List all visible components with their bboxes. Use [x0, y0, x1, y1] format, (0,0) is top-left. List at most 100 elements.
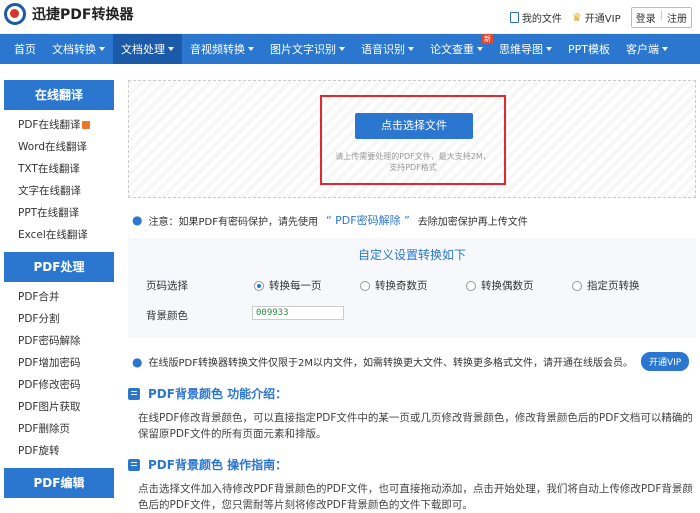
- nav-item-0[interactable]: 首页: [6, 34, 44, 64]
- guide-title-text: PDF背景颜色 操作指南：: [148, 458, 288, 472]
- sidebar-item[interactable]: TXT在线翻译: [4, 158, 114, 180]
- intro-title: PDF背景颜色 功能介绍：: [128, 385, 696, 402]
- bg-color-input[interactable]: 009933: [252, 306, 344, 320]
- nav-item-7[interactable]: 思维导图: [491, 34, 560, 64]
- nav-item-label: 首页: [14, 43, 36, 56]
- sidebar-item[interactable]: PDF删除页: [4, 418, 114, 440]
- sidebar-item[interactable]: PDF分割: [4, 308, 114, 330]
- register-link[interactable]: 注册: [663, 8, 691, 27]
- page-option-0[interactable]: 转换每一页: [254, 278, 322, 293]
- sidebar-item[interactable]: Word在线翻译: [4, 136, 114, 158]
- chevron-down-icon: [248, 47, 254, 51]
- sidebar-item[interactable]: PDF在线翻译: [4, 114, 114, 136]
- chevron-down-icon: [408, 47, 414, 51]
- header-actions: 我的文件 ♛ 开通VIP 登录 | 注册: [509, 7, 692, 28]
- main-content: 点击选择文件 请上传需要处理的PDF文件，最大支持2M， 支持PDF格式 ● 注…: [128, 80, 696, 513]
- bullet-icon: ●: [132, 213, 143, 227]
- chevron-down-icon: [168, 47, 174, 51]
- page-select-label: 页码选择: [146, 280, 188, 292]
- notice-suffix: 去除加密保护再上传文件: [417, 216, 528, 228]
- page-option-label: 转换每一页: [269, 280, 322, 292]
- nav-item-1[interactable]: 文档转换: [44, 34, 113, 64]
- nav-item-9[interactable]: 客户端: [618, 34, 676, 64]
- nav-item-4[interactable]: 图片文字识别: [262, 34, 353, 64]
- page-option-2[interactable]: 转换偶数页: [466, 278, 534, 293]
- page-option-label: 指定页转换: [587, 280, 640, 292]
- document-icon: [509, 12, 519, 23]
- open-vip-button[interactable]: 开通VIP: [640, 352, 690, 371]
- page-select-row: 页码选择: [146, 278, 188, 293]
- chevron-down-icon: [477, 47, 483, 51]
- sidebar-item[interactable]: 文字在线翻译: [4, 180, 114, 202]
- intro-title-text: PDF背景颜色 功能介绍：: [148, 387, 288, 401]
- sidebar-group-title: PDF处理: [4, 252, 114, 282]
- sidebar-item-label: PDF图片获取: [18, 401, 81, 413]
- nav-item-label: 文档转换: [52, 43, 96, 56]
- nav-item-5[interactable]: 语音识别: [353, 34, 422, 64]
- sidebar-item-label: PDF合并: [18, 291, 60, 303]
- password-notice: ● 注意：如果PDF有密码保护，请先使用 “ PDF密码解除 ” 去除加密保护再…: [128, 212, 696, 228]
- sidebar-group: PDF处理 PDF合并 PDF分割 PDF密码解除 PDF增加密码 PDF修改密码 PDF图…: [4, 252, 114, 462]
- logo-text: 迅捷PDF转换器: [32, 7, 134, 23]
- select-file-button[interactable]: 点击选择文件: [355, 113, 473, 139]
- nav-item-3[interactable]: 音视频转换: [182, 34, 262, 64]
- upload-hint: 请上传需要处理的PDF文件，最大支持2M， 支持PDF格式: [322, 151, 504, 173]
- page-option-label: 转换偶数页: [481, 280, 534, 292]
- page-option-3[interactable]: 指定页转换: [572, 278, 640, 293]
- chevron-down-icon: [99, 47, 105, 51]
- bullet-icon: ●: [132, 354, 143, 369]
- nav-item-8[interactable]: PPT模板: [560, 34, 618, 64]
- hot-icon: [82, 121, 91, 129]
- sidebar-group: PDF编辑: [4, 468, 114, 498]
- upload-area[interactable]: 点击选择文件 请上传需要处理的PDF文件，最大支持2M， 支持PDF格式: [128, 80, 696, 198]
- radio-icon[interactable]: [254, 280, 264, 291]
- sidebar-item-label: PDF密码解除: [18, 335, 81, 347]
- nav-item-label: 语音识别: [361, 43, 405, 56]
- guide-text: 点击选择文件加入待修改PDF背景颜色的PDF文件，也可直接拖动添加，点击开始处理…: [138, 483, 693, 511]
- header: 迅捷PDF转换器 我的文件 ♛ 开通VIP 登录 | 注册: [0, 0, 700, 34]
- document-icon: [128, 458, 140, 471]
- sidebar-group-title: PDF编辑: [4, 468, 114, 498]
- upload-hint-line2: 支持PDF格式: [389, 163, 437, 172]
- nav-item-label: PPT模板: [568, 43, 610, 56]
- chevron-down-icon: [662, 47, 668, 51]
- settings-panel: 自定义设置转换如下 页码选择 转换每一页 转换奇数页 转换偶数页 指定页转换 背景颜色…: [128, 238, 696, 338]
- login-link[interactable]: 登录: [632, 8, 660, 27]
- logo[interactable]: 迅捷PDF转换器: [4, 3, 133, 25]
- settings-title: 自定义设置转换如下: [357, 248, 466, 262]
- my-files-link[interactable]: 我的文件: [509, 10, 562, 25]
- crown-icon: ♛: [571, 11, 582, 24]
- sidebar-item-label: Excel在线翻译: [18, 229, 88, 241]
- sidebar-item[interactable]: PDF密码解除: [4, 330, 114, 352]
- sidebar: 在线翻译 PDF在线翻译 Word在线翻译 TXT在线翻译 文字在线翻译 PPT在线翻译 E…: [4, 80, 114, 504]
- sidebar-item[interactable]: PDF修改密码: [4, 374, 114, 396]
- nav-item-label: 音视频转换: [190, 43, 245, 56]
- page-option-1[interactable]: 转换奇数页: [360, 278, 428, 293]
- sidebar-item-label: PDF删除页: [18, 423, 70, 435]
- sidebar-item-label: PDF增加密码: [18, 357, 81, 369]
- chevron-down-icon: [546, 47, 552, 51]
- radio-icon[interactable]: [360, 280, 370, 291]
- nav-item-6[interactable]: 论文查重新: [422, 34, 493, 64]
- intro-text: 在线PDF修改背景颜色，可以直接指定PDF文件中的某一页或几页修改背景颜色，修改…: [138, 412, 693, 440]
- main-nav: 首页 文档转换 文档处理 音视频转换 图片文字识别 语音识别 论文查重新思维导图 PPT模板 客…: [0, 34, 700, 64]
- sidebar-group: 在线翻译 PDF在线翻译 Word在线翻译 TXT在线翻译 文字在线翻译 PPT在线翻译 E…: [4, 80, 114, 246]
- nav-item-2[interactable]: 文档处理: [113, 34, 182, 64]
- vip-link[interactable]: ♛ 开通VIP: [572, 10, 621, 25]
- radio-icon[interactable]: [572, 280, 582, 291]
- sidebar-item[interactable]: PDF旋转: [4, 440, 114, 462]
- sidebar-item[interactable]: PPT在线翻译: [4, 202, 114, 224]
- sidebar-item[interactable]: PDF图片获取: [4, 396, 114, 418]
- sidebar-item-label: PDF修改密码: [18, 379, 81, 391]
- pdf-unlock-link[interactable]: “ PDF密码解除 ”: [326, 212, 410, 228]
- chevron-down-icon: [339, 47, 345, 51]
- sidebar-item-label: PDF旋转: [18, 445, 60, 457]
- sidebar-item[interactable]: Excel在线翻译: [4, 224, 114, 246]
- sidebar-item-label: PDF在线翻译: [18, 119, 81, 131]
- sidebar-item-label: TXT在线翻译: [18, 163, 80, 175]
- sidebar-item[interactable]: PDF合并: [4, 286, 114, 308]
- vip-notice: ● 在线版PDF转换器转换文件仅限于2M以内文件，如需转换更大文件、转换更多格式…: [128, 352, 696, 371]
- sidebar-item[interactable]: PDF增加密码: [4, 352, 114, 374]
- sidebar-item-label: 文字在线翻译: [18, 185, 81, 197]
- radio-icon[interactable]: [466, 280, 476, 291]
